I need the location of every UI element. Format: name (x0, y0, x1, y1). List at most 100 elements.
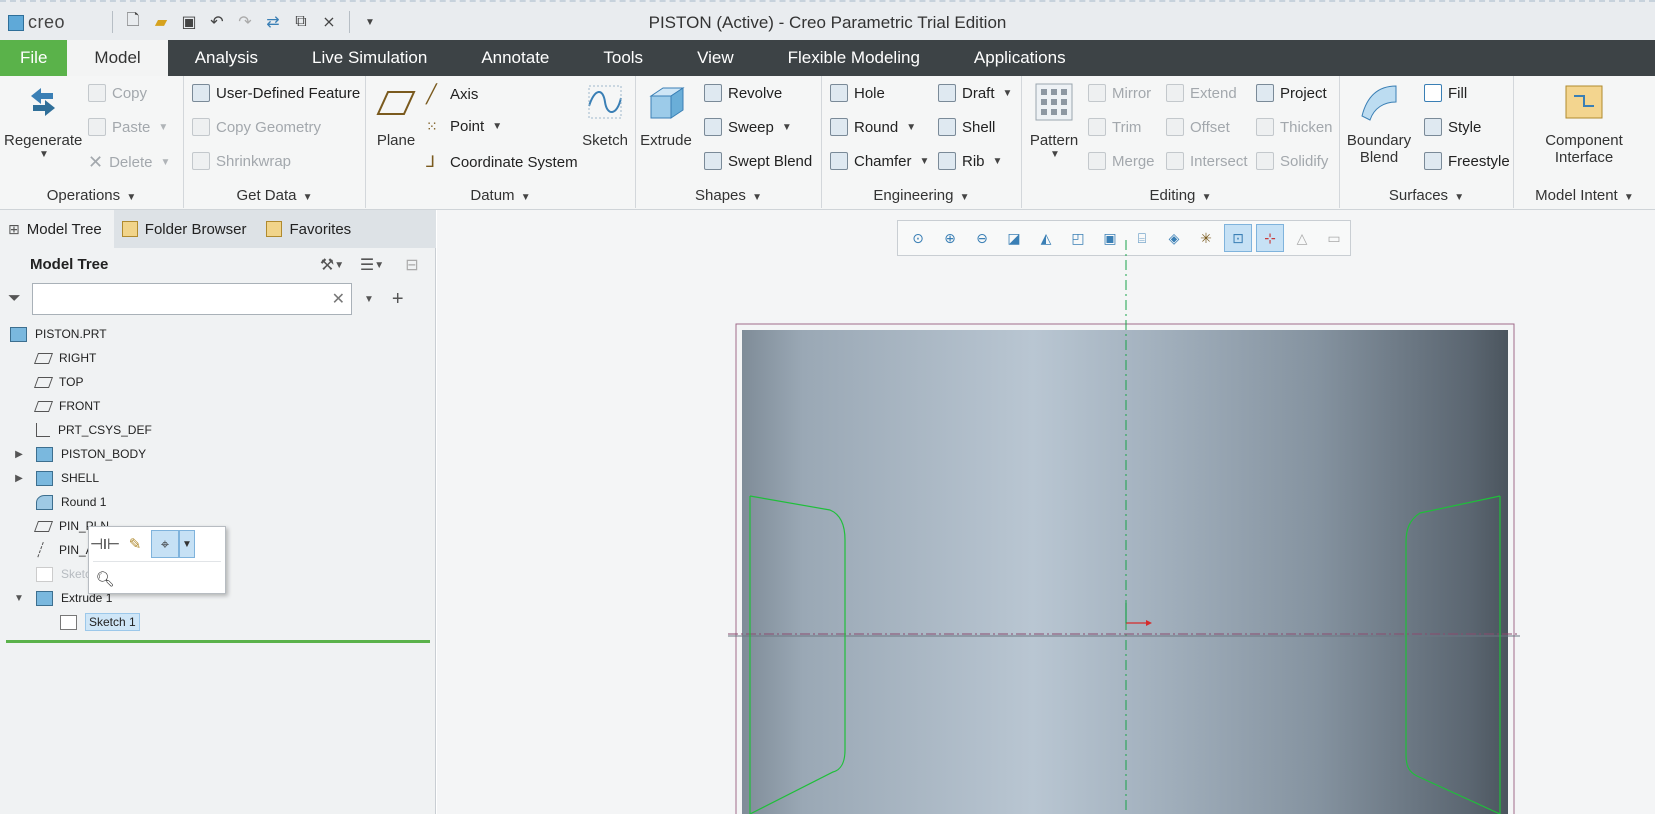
plane-button[interactable]: Plane (372, 82, 420, 149)
tree-search-input[interactable]: ✕ (32, 283, 352, 315)
chamfer-button[interactable]: Chamfer ▼ (830, 152, 929, 170)
tree-node-right[interactable]: RIGHT (0, 346, 436, 370)
tab-live-simulation[interactable]: Live Simulation (285, 40, 454, 76)
copy-button[interactable]: Copy (88, 84, 147, 102)
project-button[interactable]: Project (1256, 84, 1327, 102)
expand-icon[interactable]: ▶ (13, 473, 25, 484)
engineering-group-label[interactable]: Engineering ▼ (822, 187, 1021, 204)
tree-columns-icon[interactable]: ⊟ (399, 252, 425, 278)
tree-node-piston-prt[interactable]: PISTON.PRT (0, 322, 436, 346)
swept-blend-button[interactable]: Swept Blend (704, 152, 812, 170)
csys-button[interactable]: ⅃ Coordinate System (426, 152, 578, 172)
model-intent-group-label[interactable]: Model Intent ▼ (1514, 187, 1655, 204)
thicken-button[interactable]: Thicken (1256, 118, 1333, 136)
tree-node-shell[interactable]: ▶ SHELL (0, 466, 436, 490)
chevron-down-icon: ▼ (126, 192, 137, 203)
style-button[interactable]: Style (1424, 118, 1481, 136)
trim-button[interactable]: Trim (1088, 118, 1141, 136)
tree-node-front[interactable]: FRONT (0, 394, 436, 418)
copy-geometry-button[interactable]: Copy Geometry (192, 118, 321, 136)
tab-model-tree[interactable]: ⊞ Model Tree (0, 210, 114, 248)
tab-view[interactable]: View (670, 40, 761, 76)
mirror-button[interactable]: Mirror (1088, 84, 1151, 102)
datum-group-label[interactable]: Datum ▼ (366, 187, 635, 204)
chevron-down-icon[interactable]: ▼ (6, 149, 82, 160)
draft-button[interactable]: Draft ▼ (938, 84, 1012, 102)
shapes-group-label[interactable]: Shapes ▼ (636, 187, 821, 204)
paste-button[interactable]: Paste ▼ (88, 118, 168, 136)
zoom-to-selected-icon[interactable]: 🔍︎ (91, 565, 119, 593)
editing-group-label[interactable]: Editing ▼ (1022, 187, 1339, 204)
shrinkwrap-button[interactable]: Shrinkwrap (192, 152, 291, 170)
get-data-group-label[interactable]: Get Data ▼ (184, 187, 365, 204)
round-button[interactable]: Round ▼ (830, 118, 916, 136)
tree-node-piston-body[interactable]: ▶ PISTON_BODY (0, 442, 436, 466)
piston-model-view[interactable] (437, 210, 1655, 814)
filter-icon[interactable]: ⏷ (8, 290, 26, 308)
add-filter-icon[interactable]: + (392, 288, 404, 311)
chevron-down-icon[interactable]: ▼ (1028, 149, 1082, 160)
tab-favorites[interactable]: Favorites (258, 210, 363, 248)
select-icon[interactable]: ⌖ (151, 530, 179, 558)
chevron-down-icon[interactable]: ▼ (782, 122, 792, 133)
tree-node-top[interactable]: TOP (0, 370, 436, 394)
hole-button[interactable]: Hole (830, 84, 885, 102)
revolve-button[interactable]: Revolve (704, 84, 782, 102)
sketch-button[interactable]: Sketch (580, 82, 630, 149)
tab-folder-browser[interactable]: Folder Browser (114, 210, 259, 248)
clear-search-icon[interactable]: ✕ (332, 289, 345, 309)
rib-button[interactable]: Rib ▼ (938, 152, 1002, 170)
offset-button[interactable]: Offset (1166, 118, 1230, 136)
tree-node-round-1[interactable]: Round 1 (0, 490, 436, 514)
delete-button[interactable]: ✕ Delete ▼ (88, 152, 170, 173)
freestyle-button[interactable]: Freestyle (1424, 152, 1510, 170)
show-list-icon[interactable]: ☰ ▼ (359, 252, 385, 278)
chevron-down-icon[interactable]: ▼ (920, 156, 930, 167)
expand-icon[interactable]: ▶ (13, 449, 25, 460)
chevron-down-icon[interactable]: ▼ (160, 157, 170, 168)
tab-model[interactable]: Model (67, 40, 168, 76)
edit-dimensions-icon[interactable]: ⊣I⊢ (90, 530, 120, 558)
tab-tools[interactable]: Tools (576, 40, 670, 76)
collapse-icon[interactable]: ▼ (13, 593, 25, 604)
piston-body-surface[interactable] (742, 330, 1508, 814)
solidify-button[interactable]: Solidify (1256, 152, 1328, 170)
tab-flexible-modeling[interactable]: Flexible Modeling (761, 40, 947, 76)
regenerate-button[interactable]: Regenerate ▼ (4, 82, 82, 160)
chevron-down-icon[interactable]: ▼ (1003, 88, 1013, 99)
udf-button[interactable]: User-Defined Feature (192, 84, 360, 102)
extrude-button[interactable]: Extrude (640, 82, 692, 149)
sweep-button[interactable]: Sweep ▼ (704, 118, 792, 136)
settings-hammer-icon[interactable]: ⚒ ▼ (319, 252, 345, 278)
fill-button[interactable]: Fill (1424, 84, 1467, 102)
chevron-down-icon[interactable]: ▼ (158, 122, 168, 133)
chevron-down-icon[interactable]: ▼ (906, 122, 916, 133)
axis-button[interactable]: ╱ Axis (426, 84, 478, 105)
tab-annotate[interactable]: Annotate (454, 40, 576, 76)
tab-file[interactable]: File (0, 40, 68, 76)
tree-node-sketch-1[interactable]: Sketch 1 (0, 610, 436, 634)
graphics-window[interactable]: ⊙ ⊕ ⊖ ◪ ◭ ◰ ▣ ⌸ ◈ ✳ ⊡ ⊹ △ ▭ (437, 210, 1655, 814)
pattern-button[interactable]: Pattern ▼ (1026, 82, 1082, 160)
intersect-button[interactable]: Intersect (1166, 152, 1248, 170)
merge-button[interactable]: Merge (1088, 152, 1155, 170)
tab-applications[interactable]: Applications (947, 40, 1093, 76)
edit-definition-icon[interactable]: ✎ (121, 530, 149, 558)
operations-label: Operations (46, 187, 121, 204)
tab-analysis[interactable]: Analysis (168, 40, 285, 76)
dropdown-icon[interactable]: ▼ (179, 530, 195, 558)
extend-button[interactable]: Extend (1166, 84, 1237, 102)
chevron-down-icon[interactable]: ▼ (993, 156, 1003, 167)
chevron-down-icon[interactable]: ▼ (492, 121, 502, 132)
operations-group-label[interactable]: Operations ▼ (0, 187, 183, 204)
shell-button[interactable]: Shell (938, 118, 995, 136)
component-interface-button[interactable]: Component Interface (1522, 82, 1646, 166)
swept-blend-icon (704, 152, 722, 170)
solidify-icon (1256, 152, 1274, 170)
point-button[interactable]: ⁙ Point ▼ (426, 118, 502, 135)
boundary-blend-button[interactable]: Boundary Blend (1344, 82, 1414, 166)
insert-indicator[interactable] (6, 640, 430, 643)
search-dropdown-icon[interactable]: ▼ (364, 294, 374, 305)
surfaces-group-label[interactable]: Surfaces ▼ (1340, 187, 1513, 204)
tree-node-prt-csys-def[interactable]: PRT_CSYS_DEF (0, 418, 436, 442)
